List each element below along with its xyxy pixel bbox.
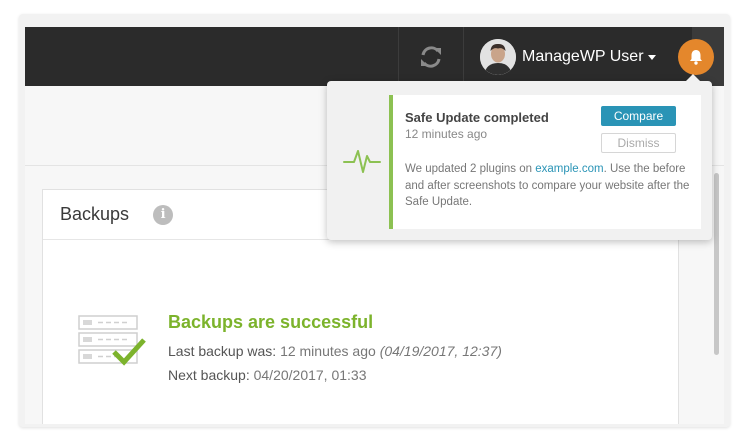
info-icon[interactable]: i xyxy=(153,204,174,225)
user-name: ManageWP User xyxy=(522,47,644,65)
notification-item: Safe Update completed 12 minutes ago Com… xyxy=(389,95,701,229)
backup-status-title: Backups are successful xyxy=(168,312,374,332)
site-link[interactable]: example.com xyxy=(535,163,603,175)
dismiss-button[interactable]: Dismiss xyxy=(601,133,676,153)
next-backup-value: 04/20/2017, 01:33 xyxy=(253,367,367,383)
notifications-dropdown: Safe Update completed 12 minutes ago Com… xyxy=(327,74,712,240)
last-backup-timestamp: (04/19/2017, 12:37) xyxy=(379,343,502,359)
scrollbar[interactable] xyxy=(714,173,719,355)
last-backup-label: Last backup was: xyxy=(168,343,277,359)
pulse-icon xyxy=(343,150,381,173)
backups-title: Backups xyxy=(60,204,130,224)
user-menu[interactable]: ManageWP User xyxy=(465,27,691,86)
dropdown-arrow xyxy=(685,74,701,82)
chevron-down-icon xyxy=(647,55,656,60)
notification-title: Safe Update completed xyxy=(405,110,549,125)
bell-icon xyxy=(690,50,702,65)
last-backup-relative: 12 minutes ago xyxy=(280,343,376,359)
compare-button[interactable]: Compare xyxy=(601,106,676,126)
refresh-button[interactable] xyxy=(398,27,464,86)
notification-time: 12 minutes ago xyxy=(405,127,488,141)
notifications-badge xyxy=(678,39,714,75)
backup-status: Backups are successful Last backup was: … xyxy=(168,312,502,383)
top-navigation-bar: ManageWP User xyxy=(25,27,724,86)
refresh-icon xyxy=(421,45,441,68)
server-check-icon xyxy=(78,315,146,366)
last-backup-line: Last backup was: 12 minutes ago (04/19/2… xyxy=(168,343,502,359)
avatar xyxy=(480,38,516,75)
next-backup-line: Next backup: 04/20/2017, 01:33 xyxy=(168,367,502,383)
notification-body-start: We updated 2 plugins on xyxy=(405,163,536,175)
notification-body: We updated 2 plugins on example.com. Use… xyxy=(405,161,701,211)
next-backup-label: Next backup: xyxy=(168,367,250,383)
